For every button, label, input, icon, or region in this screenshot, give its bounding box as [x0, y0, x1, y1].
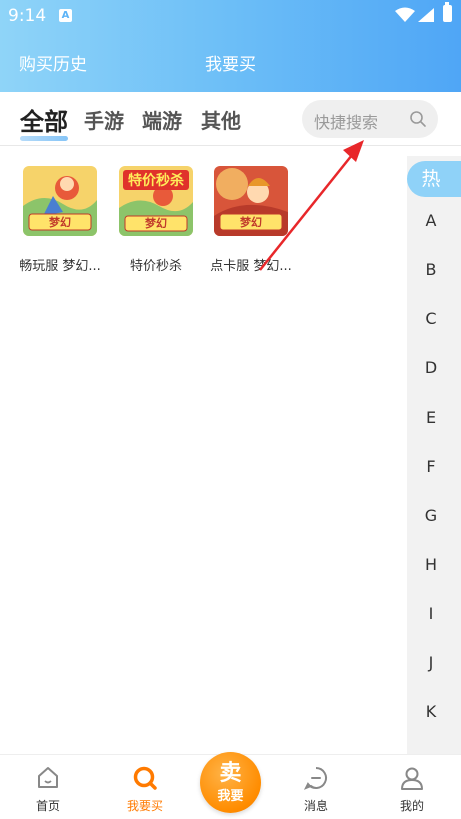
index-letter-a[interactable]: A [407, 211, 461, 230]
index-letter-k[interactable]: K [407, 702, 461, 721]
notification-icon: A [59, 9, 72, 22]
nav-messages[interactable]: 消息 [281, 765, 351, 814]
nav-home-label: 首页 [35, 799, 60, 813]
tab-other[interactable]: 其他 [201, 105, 241, 134]
search-icon[interactable] [409, 110, 427, 128]
battery-icon [443, 2, 452, 22]
game-thumbnail: 特价秒杀 梦幻 [119, 166, 193, 236]
status-time: 9:14 [8, 6, 47, 26]
nav-home[interactable]: 首页 [13, 765, 83, 814]
index-letter-b[interactable]: B [407, 260, 461, 279]
index-letter-c[interactable]: C [407, 309, 461, 328]
tab-pc-games[interactable]: 端游 [142, 105, 182, 134]
nav-buy[interactable]: 我要买 [110, 765, 180, 814]
index-letter-g[interactable]: G [407, 506, 461, 525]
game-item[interactable]: 特价秒杀 梦幻 特价秒杀 [108, 166, 204, 274]
svg-text:梦幻: 梦幻 [145, 216, 167, 230]
game-title: 特价秒杀 [129, 259, 182, 274]
index-letter-i[interactable]: I [407, 604, 461, 623]
game-item[interactable]: 梦幻 点卡服 梦幻... [203, 166, 299, 274]
game-title: 点卡服 梦幻... [210, 259, 292, 274]
game-thumbnail: 梦幻 [214, 166, 288, 236]
buy-search-icon [133, 766, 157, 790]
game-title: 畅玩服 梦幻... [19, 259, 101, 274]
sell-sub-label: 我要 [217, 789, 244, 804]
tab-mobile-games[interactable]: 手游 [84, 105, 124, 134]
status-bar: 9:14 A [0, 0, 461, 32]
index-letter-j[interactable]: J [407, 653, 461, 672]
index-letter-d[interactable]: D [407, 358, 461, 377]
sell-button[interactable]: 卖 我要 [200, 752, 261, 813]
nav-mine-label: 我的 [399, 799, 424, 813]
index-letter-h[interactable]: H [407, 555, 461, 574]
active-tab-indicator [20, 136, 68, 141]
index-hot[interactable]: 热 [407, 161, 461, 197]
home-icon [38, 767, 58, 788]
page-title: 我要买 [205, 55, 256, 75]
search-placeholder: 快捷搜索 [314, 113, 379, 132]
nav-buy-label: 我要买 [126, 799, 163, 813]
index-letter-f[interactable]: F [407, 457, 461, 476]
nav-mine[interactable]: 我的 [377, 765, 447, 814]
sell-main-label: 卖 [219, 761, 242, 786]
svg-text:梦幻: 梦幻 [49, 215, 71, 229]
nav-messages-label: 消息 [303, 799, 328, 813]
signal-icon [418, 8, 434, 22]
svg-text:梦幻: 梦幻 [240, 215, 262, 229]
message-icon [303, 767, 327, 790]
game-item[interactable]: 梦幻 畅玩服 梦幻... [12, 166, 108, 274]
tab-all[interactable]: 全部 [20, 102, 68, 137]
wifi-icon [395, 7, 415, 22]
index-letter-e[interactable]: E [407, 408, 461, 427]
game-thumbnail: 梦幻 [23, 166, 97, 236]
thumb-promo-text: 特价秒杀 [128, 172, 184, 189]
user-icon [401, 767, 423, 790]
